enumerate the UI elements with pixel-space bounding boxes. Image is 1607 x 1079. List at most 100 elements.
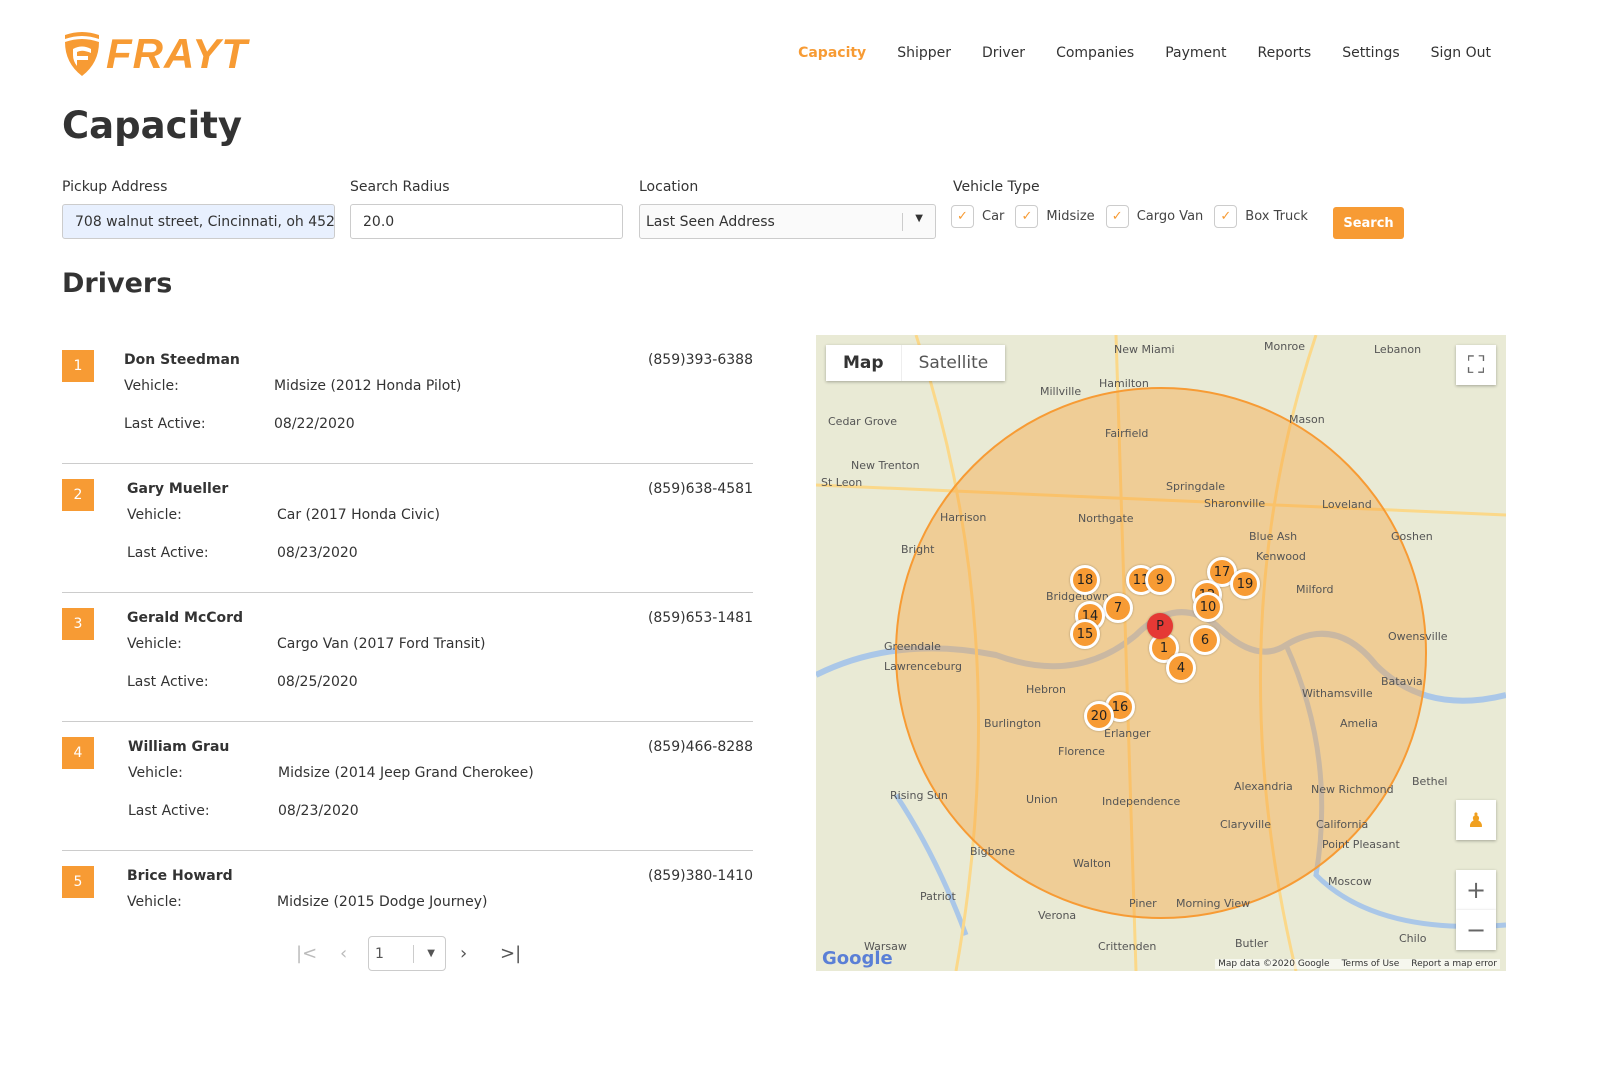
vehicle-key: Vehicle: — [127, 894, 182, 910]
driver-marker[interactable]: 7 — [1103, 593, 1133, 623]
driver-phone: (859)638-4581 — [647, 481, 753, 497]
map-type-satellite[interactable]: Satellite — [900, 345, 1006, 381]
map-place-label: Point Pleasant — [1322, 838, 1400, 851]
map-place-label: Moscow — [1328, 875, 1372, 888]
driver-marker[interactable]: 18 — [1070, 565, 1100, 595]
driver-name: Gerald McCord — [127, 610, 244, 626]
driver-phone: (859)466-8288 — [647, 739, 753, 755]
driver-row[interactable]: 5 Brice Howard (859)380-1410 Vehicle: Mi… — [62, 851, 753, 920]
driver-marker[interactable]: 9 — [1145, 565, 1175, 595]
map-place-label: Harrison — [940, 511, 987, 524]
nav-settings[interactable]: Settings — [1342, 45, 1399, 61]
driver-marker[interactable]: 19 — [1230, 569, 1260, 599]
check-icon: ✓ — [1105, 205, 1129, 228]
driver-last-active: 08/25/2020 — [277, 674, 358, 690]
driver-last-active: 08/23/2020 — [277, 545, 358, 561]
search-radius-input[interactable]: 20.0 — [350, 204, 623, 239]
driver-list[interactable]: 1 Don Steedman (859)393-6388 Vehicle: Mi… — [62, 335, 753, 920]
map-place-label: Monroe — [1264, 340, 1305, 353]
last-active-key: Last Active: — [124, 416, 206, 432]
shield-logo-icon — [65, 32, 99, 76]
map-place-label: California — [1316, 818, 1369, 831]
nav-companies[interactable]: Companies — [1056, 45, 1134, 61]
zoom-out-icon[interactable]: − — [1456, 910, 1496, 950]
report-error-link[interactable]: Report a map error — [1411, 959, 1497, 969]
checkbox-car[interactable]: ✓ Car — [951, 205, 1004, 228]
pickup-marker[interactable]: P — [1147, 613, 1173, 639]
map-type-map[interactable]: Map — [826, 345, 901, 381]
divider — [413, 945, 414, 963]
driver-vehicle: Midsize (2015 Dodge Journey) — [277, 894, 488, 910]
last-page-icon[interactable]: >| — [500, 943, 521, 964]
map-place-label: St Leon — [821, 476, 863, 489]
vehicle-key: Vehicle: — [127, 507, 182, 523]
driver-marker[interactable]: 20 — [1084, 701, 1114, 731]
map-place-label: Lebanon — [1374, 343, 1422, 356]
driver-number: 5 — [62, 866, 94, 898]
nav-payment[interactable]: Payment — [1165, 45, 1226, 61]
page-select[interactable]: 1 ▼ — [368, 936, 446, 971]
fullscreen-icon[interactable]: ⛶ — [1456, 345, 1496, 385]
map-place-label: Owensville — [1388, 630, 1448, 643]
driver-marker[interactable]: 10 — [1193, 592, 1223, 622]
nav-capacity[interactable]: Capacity — [798, 45, 866, 61]
pickup-address-input[interactable]: 708 walnut street, Cincinnati, oh 452 — [62, 204, 335, 239]
map-type-control: Map Satellite — [826, 345, 1006, 381]
driver-marker[interactable]: 4 — [1166, 653, 1196, 683]
vehicle-key: Vehicle: — [128, 765, 183, 781]
map-place-label: Cedar Grove — [828, 415, 898, 428]
checkbox-box-truck[interactable]: ✓ Box Truck — [1214, 205, 1308, 228]
checkbox-midsize[interactable]: ✓ Midsize — [1015, 205, 1095, 228]
vehicle-key: Vehicle: — [127, 636, 182, 652]
checkbox-cargo-van[interactable]: ✓ Cargo Van — [1105, 205, 1203, 228]
prev-page-icon[interactable]: ‹ — [340, 943, 360, 964]
map-place-label: Greendale — [884, 640, 941, 653]
driver-vehicle: Car (2017 Honda Civic) — [277, 507, 440, 523]
terms-link[interactable]: Terms of Use — [1342, 959, 1400, 969]
driver-name: Don Steedman — [124, 352, 240, 368]
map-place-label: Northgate — [1078, 512, 1134, 525]
zoom-in-icon[interactable]: + — [1456, 870, 1496, 910]
last-active-key: Last Active: — [127, 674, 209, 690]
driver-name: Gary Mueller — [127, 481, 229, 497]
nav-sign-out[interactable]: Sign Out — [1431, 45, 1491, 61]
map[interactable]: New Miami Monroe Lebanon Hamilton Millville C… — [816, 335, 1506, 971]
nav-reports[interactable]: Reports — [1258, 45, 1312, 61]
map-place-label: Butler — [1235, 937, 1269, 950]
search-button[interactable]: Search — [1333, 207, 1404, 239]
pagination: |< ‹ 1 ▼ › >| — [296, 936, 521, 971]
driver-last-active: 08/22/2020 — [274, 416, 355, 432]
radius-label: Search Radius — [350, 179, 450, 195]
map-place-label: Kenwood — [1256, 550, 1306, 563]
next-page-icon[interactable]: › — [460, 943, 480, 964]
check-icon: ✓ — [951, 205, 974, 228]
driver-row[interactable]: 1 Don Steedman (859)393-6388 Vehicle: Mi… — [62, 335, 753, 464]
last-active-key: Last Active: — [127, 545, 209, 561]
driver-marker[interactable]: 6 — [1190, 625, 1220, 655]
pegman-icon[interactable]: ♟ — [1456, 800, 1496, 840]
last-active-key: Last Active: — [128, 803, 210, 819]
map-place-label: Batavia — [1381, 675, 1423, 688]
map-place-label: Milford — [1296, 583, 1334, 596]
driver-row[interactable]: 2 Gary Mueller (859)638-4581 Vehicle: Ca… — [62, 464, 753, 593]
map-place-label: Crittenden — [1098, 940, 1157, 953]
map-place-label: Claryville — [1220, 818, 1271, 831]
first-page-icon[interactable]: |< — [296, 943, 318, 964]
driver-row[interactable]: 4 William Grau (859)466-8288 Vehicle: Mi… — [62, 722, 753, 851]
map-place-label: New Trenton — [851, 459, 920, 472]
nav-shipper[interactable]: Shipper — [897, 45, 951, 61]
map-place-label: Amelia — [1340, 717, 1378, 730]
map-place-label: Bright — [901, 543, 935, 556]
google-logo: Google — [822, 948, 893, 969]
check-icon: ✓ — [1015, 205, 1039, 228]
driver-marker[interactable]: 15 — [1070, 619, 1100, 649]
location-select[interactable]: Last Seen Address ▼ — [639, 204, 936, 239]
map-place-label: Patriot — [920, 890, 956, 903]
nav-driver[interactable]: Driver — [982, 45, 1025, 61]
chevron-down-icon: ▼ — [427, 948, 435, 959]
driver-row[interactable]: 3 Gerald McCord (859)653-1481 Vehicle: C… — [62, 593, 753, 722]
pickup-label: Pickup Address — [62, 179, 168, 195]
map-place-label: Withamsville — [1302, 687, 1373, 700]
frayt-logo[interactable]: FRAYT — [62, 30, 248, 78]
vehicle-key: Vehicle: — [124, 378, 179, 394]
